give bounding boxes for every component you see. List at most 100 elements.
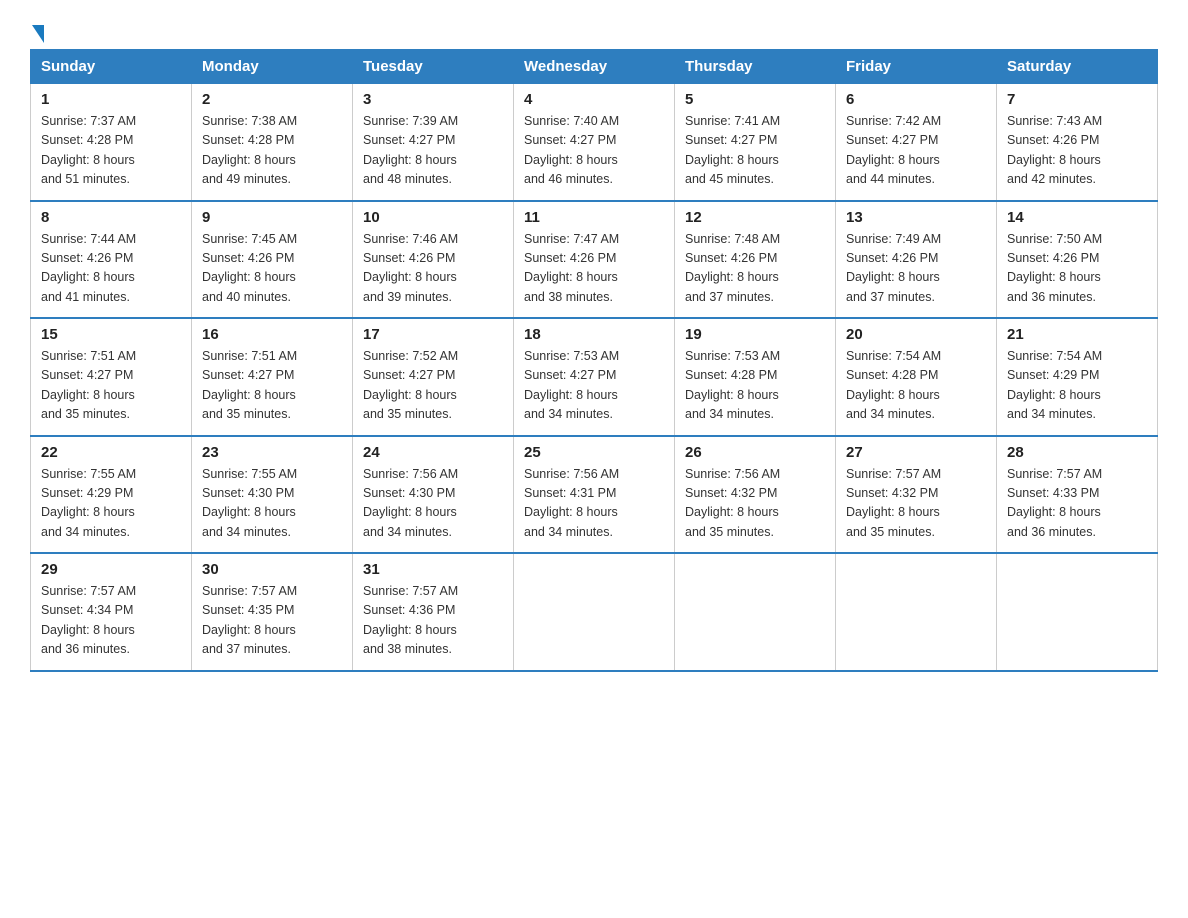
day-info: Sunrise: 7:56 AM Sunset: 4:30 PM Dayligh…	[363, 465, 503, 543]
column-header-tuesday: Tuesday	[353, 50, 514, 84]
day-number: 21	[1007, 326, 1147, 343]
calendar-cell: 23 Sunrise: 7:55 AM Sunset: 4:30 PM Dayl…	[192, 436, 353, 554]
calendar-cell	[997, 553, 1158, 671]
day-info: Sunrise: 7:57 AM Sunset: 4:33 PM Dayligh…	[1007, 465, 1147, 543]
day-info: Sunrise: 7:51 AM Sunset: 4:27 PM Dayligh…	[202, 347, 342, 425]
day-number: 18	[524, 326, 664, 343]
calendar-cell: 4 Sunrise: 7:40 AM Sunset: 4:27 PM Dayli…	[514, 84, 675, 201]
calendar-cell: 14 Sunrise: 7:50 AM Sunset: 4:26 PM Dayl…	[997, 201, 1158, 319]
day-info: Sunrise: 7:52 AM Sunset: 4:27 PM Dayligh…	[363, 347, 503, 425]
day-number: 9	[202, 209, 342, 226]
day-number: 15	[41, 326, 181, 343]
day-info: Sunrise: 7:54 AM Sunset: 4:29 PM Dayligh…	[1007, 347, 1147, 425]
day-info: Sunrise: 7:39 AM Sunset: 4:27 PM Dayligh…	[363, 112, 503, 190]
day-info: Sunrise: 7:53 AM Sunset: 4:27 PM Dayligh…	[524, 347, 664, 425]
calendar-cell: 16 Sunrise: 7:51 AM Sunset: 4:27 PM Dayl…	[192, 318, 353, 436]
calendar-cell: 9 Sunrise: 7:45 AM Sunset: 4:26 PM Dayli…	[192, 201, 353, 319]
calendar-cell: 11 Sunrise: 7:47 AM Sunset: 4:26 PM Dayl…	[514, 201, 675, 319]
day-info: Sunrise: 7:47 AM Sunset: 4:26 PM Dayligh…	[524, 230, 664, 308]
day-number: 10	[363, 209, 503, 226]
day-number: 16	[202, 326, 342, 343]
calendar-cell: 2 Sunrise: 7:38 AM Sunset: 4:28 PM Dayli…	[192, 84, 353, 201]
day-info: Sunrise: 7:57 AM Sunset: 4:34 PM Dayligh…	[41, 582, 181, 660]
calendar-cell: 28 Sunrise: 7:57 AM Sunset: 4:33 PM Dayl…	[997, 436, 1158, 554]
day-info: Sunrise: 7:42 AM Sunset: 4:27 PM Dayligh…	[846, 112, 986, 190]
day-info: Sunrise: 7:56 AM Sunset: 4:32 PM Dayligh…	[685, 465, 825, 543]
calendar-cell: 19 Sunrise: 7:53 AM Sunset: 4:28 PM Dayl…	[675, 318, 836, 436]
day-number: 24	[363, 444, 503, 461]
calendar-cell	[836, 553, 997, 671]
calendar-cell: 5 Sunrise: 7:41 AM Sunset: 4:27 PM Dayli…	[675, 84, 836, 201]
calendar-cell: 21 Sunrise: 7:54 AM Sunset: 4:29 PM Dayl…	[997, 318, 1158, 436]
calendar-table: SundayMondayTuesdayWednesdayThursdayFrid…	[30, 49, 1158, 672]
day-number: 4	[524, 91, 664, 108]
calendar-cell: 25 Sunrise: 7:56 AM Sunset: 4:31 PM Dayl…	[514, 436, 675, 554]
calendar-cell: 12 Sunrise: 7:48 AM Sunset: 4:26 PM Dayl…	[675, 201, 836, 319]
calendar-week-row: 15 Sunrise: 7:51 AM Sunset: 4:27 PM Dayl…	[31, 318, 1158, 436]
calendar-week-row: 22 Sunrise: 7:55 AM Sunset: 4:29 PM Dayl…	[31, 436, 1158, 554]
page-header	[30, 20, 1158, 39]
day-info: Sunrise: 7:53 AM Sunset: 4:28 PM Dayligh…	[685, 347, 825, 425]
day-number: 25	[524, 444, 664, 461]
day-info: Sunrise: 7:41 AM Sunset: 4:27 PM Dayligh…	[685, 112, 825, 190]
calendar-cell: 31 Sunrise: 7:57 AM Sunset: 4:36 PM Dayl…	[353, 553, 514, 671]
day-number: 2	[202, 91, 342, 108]
calendar-cell: 24 Sunrise: 7:56 AM Sunset: 4:30 PM Dayl…	[353, 436, 514, 554]
day-info: Sunrise: 7:37 AM Sunset: 4:28 PM Dayligh…	[41, 112, 181, 190]
day-number: 28	[1007, 444, 1147, 461]
day-info: Sunrise: 7:56 AM Sunset: 4:31 PM Dayligh…	[524, 465, 664, 543]
day-number: 12	[685, 209, 825, 226]
calendar-cell: 6 Sunrise: 7:42 AM Sunset: 4:27 PM Dayli…	[836, 84, 997, 201]
day-info: Sunrise: 7:45 AM Sunset: 4:26 PM Dayligh…	[202, 230, 342, 308]
day-info: Sunrise: 7:48 AM Sunset: 4:26 PM Dayligh…	[685, 230, 825, 308]
day-number: 6	[846, 91, 986, 108]
calendar-header-row: SundayMondayTuesdayWednesdayThursdayFrid…	[31, 50, 1158, 84]
day-info: Sunrise: 7:51 AM Sunset: 4:27 PM Dayligh…	[41, 347, 181, 425]
day-info: Sunrise: 7:44 AM Sunset: 4:26 PM Dayligh…	[41, 230, 181, 308]
day-number: 22	[41, 444, 181, 461]
calendar-cell: 30 Sunrise: 7:57 AM Sunset: 4:35 PM Dayl…	[192, 553, 353, 671]
day-number: 31	[363, 561, 503, 578]
calendar-cell: 29 Sunrise: 7:57 AM Sunset: 4:34 PM Dayl…	[31, 553, 192, 671]
calendar-week-row: 8 Sunrise: 7:44 AM Sunset: 4:26 PM Dayli…	[31, 201, 1158, 319]
day-info: Sunrise: 7:46 AM Sunset: 4:26 PM Dayligh…	[363, 230, 503, 308]
calendar-week-row: 1 Sunrise: 7:37 AM Sunset: 4:28 PM Dayli…	[31, 84, 1158, 201]
day-number: 23	[202, 444, 342, 461]
day-number: 7	[1007, 91, 1147, 108]
calendar-cell: 20 Sunrise: 7:54 AM Sunset: 4:28 PM Dayl…	[836, 318, 997, 436]
day-number: 27	[846, 444, 986, 461]
column-header-wednesday: Wednesday	[514, 50, 675, 84]
day-info: Sunrise: 7:49 AM Sunset: 4:26 PM Dayligh…	[846, 230, 986, 308]
calendar-cell	[514, 553, 675, 671]
day-number: 29	[41, 561, 181, 578]
calendar-cell: 1 Sunrise: 7:37 AM Sunset: 4:28 PM Dayli…	[31, 84, 192, 201]
column-header-friday: Friday	[836, 50, 997, 84]
day-number: 19	[685, 326, 825, 343]
calendar-cell: 26 Sunrise: 7:56 AM Sunset: 4:32 PM Dayl…	[675, 436, 836, 554]
calendar-cell: 18 Sunrise: 7:53 AM Sunset: 4:27 PM Dayl…	[514, 318, 675, 436]
logo-arrow-icon	[32, 25, 44, 43]
column-header-monday: Monday	[192, 50, 353, 84]
day-number: 17	[363, 326, 503, 343]
day-info: Sunrise: 7:54 AM Sunset: 4:28 PM Dayligh…	[846, 347, 986, 425]
day-number: 13	[846, 209, 986, 226]
day-number: 5	[685, 91, 825, 108]
calendar-cell: 7 Sunrise: 7:43 AM Sunset: 4:26 PM Dayli…	[997, 84, 1158, 201]
calendar-cell: 15 Sunrise: 7:51 AM Sunset: 4:27 PM Dayl…	[31, 318, 192, 436]
calendar-cell: 27 Sunrise: 7:57 AM Sunset: 4:32 PM Dayl…	[836, 436, 997, 554]
column-header-saturday: Saturday	[997, 50, 1158, 84]
day-info: Sunrise: 7:57 AM Sunset: 4:36 PM Dayligh…	[363, 582, 503, 660]
day-info: Sunrise: 7:38 AM Sunset: 4:28 PM Dayligh…	[202, 112, 342, 190]
calendar-cell: 3 Sunrise: 7:39 AM Sunset: 4:27 PM Dayli…	[353, 84, 514, 201]
calendar-cell: 10 Sunrise: 7:46 AM Sunset: 4:26 PM Dayl…	[353, 201, 514, 319]
day-info: Sunrise: 7:57 AM Sunset: 4:32 PM Dayligh…	[846, 465, 986, 543]
day-number: 20	[846, 326, 986, 343]
day-number: 1	[41, 91, 181, 108]
logo	[30, 20, 46, 39]
day-number: 3	[363, 91, 503, 108]
calendar-cell: 17 Sunrise: 7:52 AM Sunset: 4:27 PM Dayl…	[353, 318, 514, 436]
day-number: 8	[41, 209, 181, 226]
calendar-cell: 8 Sunrise: 7:44 AM Sunset: 4:26 PM Dayli…	[31, 201, 192, 319]
calendar-cell	[675, 553, 836, 671]
day-number: 30	[202, 561, 342, 578]
